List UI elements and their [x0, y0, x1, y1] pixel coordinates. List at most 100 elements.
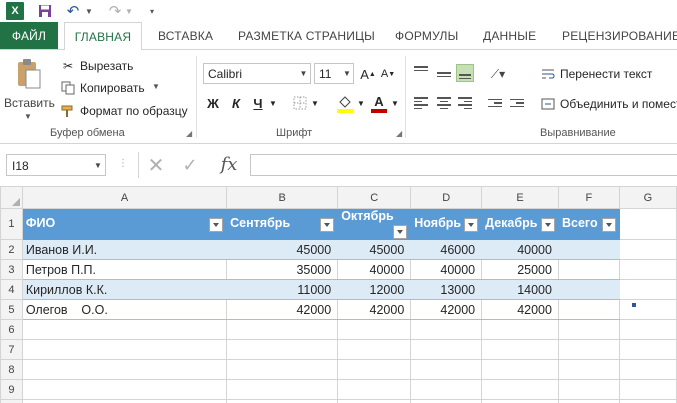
- cell[interactable]: [618, 239, 677, 260]
- column-header[interactable]: C: [337, 186, 412, 209]
- cell[interactable]: 12000: [337, 279, 412, 300]
- cell[interactable]: [337, 399, 412, 403]
- cancel-icon[interactable]: ✕: [146, 154, 166, 177]
- cell[interactable]: 42000: [337, 299, 412, 320]
- cell[interactable]: 13000: [410, 279, 483, 300]
- bold-button[interactable]: Ж: [205, 93, 221, 113]
- undo-dropdown-icon[interactable]: ▼: [84, 2, 94, 20]
- font-name-dropdown-icon[interactable]: ▼: [296, 63, 311, 84]
- row-header[interactable]: 6: [0, 319, 23, 340]
- cell[interactable]: 45000: [337, 239, 412, 260]
- align-right-icon[interactable]: [456, 94, 474, 112]
- row-header[interactable]: 3: [0, 259, 23, 280]
- formula-input[interactable]: [250, 154, 677, 176]
- tab-review[interactable]: РЕЦЕНЗИРОВАНИЕ: [562, 22, 677, 49]
- table-header-cell[interactable]: Декабрь: [481, 208, 559, 240]
- format-painter-button[interactable]: Формат по образцу: [60, 101, 188, 121]
- column-header[interactable]: B: [226, 186, 339, 209]
- cell[interactable]: 42000: [410, 299, 483, 320]
- align-bottom-icon[interactable]: [456, 64, 474, 82]
- redo-dropdown-icon[interactable]: ▼: [124, 2, 134, 20]
- cell[interactable]: [337, 339, 412, 360]
- insert-function-icon[interactable]: fx: [216, 152, 242, 176]
- cell[interactable]: 45000: [226, 239, 339, 260]
- cell[interactable]: [557, 399, 620, 403]
- copy-dropdown-icon[interactable]: ▼: [152, 82, 160, 91]
- tab-home[interactable]: ГЛАВНАЯ: [64, 22, 142, 50]
- cell[interactable]: Петров П.П.: [21, 259, 228, 280]
- cell[interactable]: 25000: [481, 259, 559, 280]
- cell[interactable]: [557, 279, 620, 300]
- spreadsheet-grid[interactable]: A B C D E F G 1 ФИО Сентябрь Октябрь Ноя…: [0, 186, 677, 403]
- fill-color-dropdown-icon[interactable]: ▼: [356, 93, 366, 113]
- cell[interactable]: [410, 399, 483, 403]
- cell[interactable]: [21, 319, 228, 340]
- cell[interactable]: [557, 239, 620, 260]
- row-header[interactable]: 4: [0, 279, 23, 300]
- save-icon[interactable]: [36, 2, 54, 20]
- cell[interactable]: [618, 339, 677, 360]
- font-color-dropdown-icon[interactable]: ▼: [390, 93, 400, 113]
- borders-icon[interactable]: [292, 93, 308, 113]
- font-name-box[interactable]: Calibri: [203, 63, 311, 84]
- cell[interactable]: 40000: [337, 259, 412, 280]
- cell[interactable]: [618, 299, 677, 320]
- cell[interactable]: [618, 279, 677, 300]
- row-header[interactable]: 7: [0, 339, 23, 360]
- align-center-icon[interactable]: [435, 94, 453, 112]
- cell[interactable]: [618, 399, 677, 403]
- tab-formulas[interactable]: ФОРМУЛЫ: [395, 22, 458, 49]
- cell[interactable]: [226, 399, 339, 403]
- cell[interactable]: 42000: [481, 299, 559, 320]
- font-launcher-icon[interactable]: ◢: [396, 129, 402, 138]
- table-header-cell[interactable]: Ноябрь: [410, 208, 483, 240]
- row-header[interactable]: 5: [0, 299, 23, 320]
- italic-button[interactable]: К: [228, 93, 244, 113]
- decrease-indent-icon[interactable]: [486, 94, 504, 112]
- cell[interactable]: [557, 259, 620, 280]
- cut-button[interactable]: ✂ Вырезать: [60, 56, 133, 76]
- cell[interactable]: [481, 339, 559, 360]
- cell[interactable]: [21, 399, 228, 403]
- paste-button[interactable]: Вставить ▼: [4, 56, 55, 124]
- column-header[interactable]: F: [557, 186, 620, 209]
- formula-bar-grip-icon[interactable]: ⋮: [118, 158, 128, 169]
- cell[interactable]: [481, 379, 559, 400]
- column-header[interactable]: E: [481, 186, 559, 209]
- redo-icon[interactable]: ↷: [106, 2, 124, 20]
- cell[interactable]: 40000: [410, 259, 483, 280]
- cell[interactable]: [21, 379, 228, 400]
- filter-dropdown-icon[interactable]: [540, 218, 555, 232]
- cell[interactable]: [226, 339, 339, 360]
- cell[interactable]: [337, 379, 412, 400]
- cell[interactable]: 40000: [481, 239, 559, 260]
- cell[interactable]: [618, 208, 677, 240]
- table-header-cell[interactable]: ФИО: [21, 208, 228, 240]
- font-color-button[interactable]: A: [370, 93, 388, 113]
- enter-icon[interactable]: ✓: [180, 154, 200, 176]
- clipboard-launcher-icon[interactable]: ◢: [186, 129, 192, 138]
- tab-data[interactable]: ДАННЫЕ: [483, 22, 536, 49]
- cell[interactable]: 42000: [226, 299, 339, 320]
- cell[interactable]: [21, 359, 228, 380]
- cell[interactable]: [481, 399, 559, 403]
- wrap-text-button[interactable]: Перенести текст: [540, 64, 652, 84]
- align-middle-icon[interactable]: [435, 64, 453, 82]
- table-header-cell[interactable]: Всего: [557, 208, 620, 240]
- merge-center-button[interactable]: Объединить и помест: [540, 94, 677, 114]
- tab-insert[interactable]: ВСТАВКА: [158, 22, 213, 49]
- align-top-icon[interactable]: [412, 64, 430, 82]
- cell[interactable]: 35000: [226, 259, 339, 280]
- table-header-cell[interactable]: Сентябрь: [226, 208, 339, 240]
- cell[interactable]: [337, 359, 412, 380]
- cell[interactable]: [618, 359, 677, 380]
- cell[interactable]: [21, 339, 228, 360]
- table-resize-handle[interactable]: [632, 303, 636, 307]
- cell[interactable]: [337, 319, 412, 340]
- table-header-cell[interactable]: Октябрь: [337, 208, 412, 240]
- underline-button[interactable]: Ч: [250, 93, 266, 113]
- underline-dropdown-icon[interactable]: ▼: [268, 93, 278, 113]
- column-header[interactable]: A: [21, 186, 228, 209]
- paste-dropdown-icon[interactable]: ▼: [24, 112, 32, 121]
- cell[interactable]: [618, 379, 677, 400]
